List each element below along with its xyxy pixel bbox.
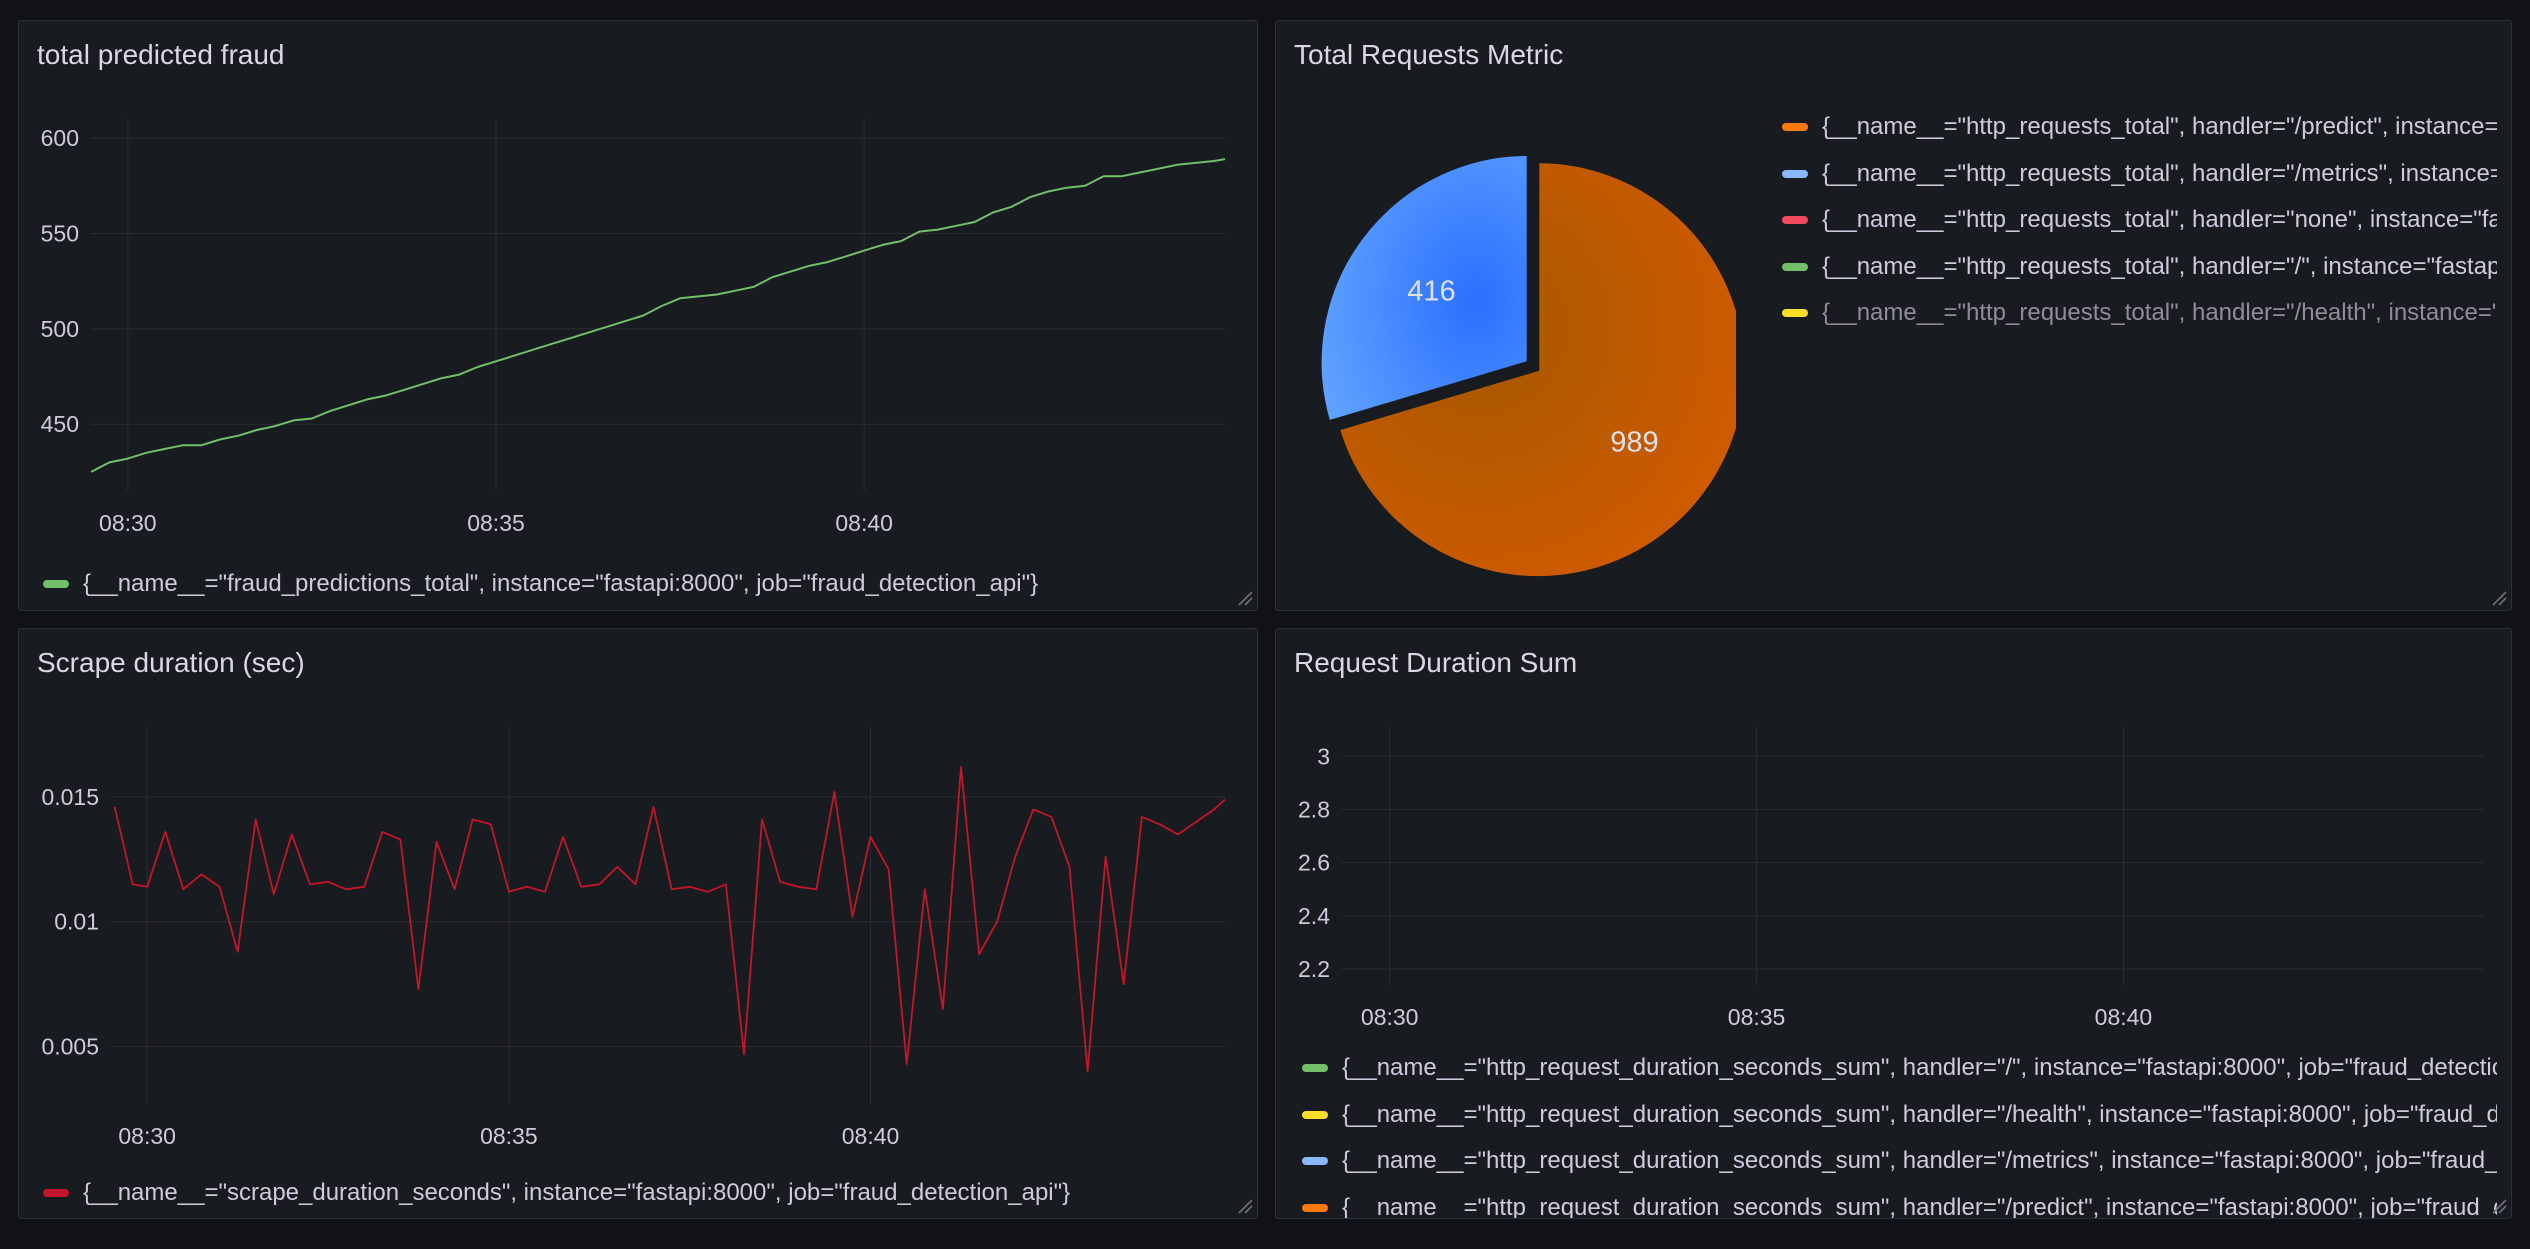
legend-swatch bbox=[1782, 123, 1808, 132]
legend-item-metrics[interactable]: {__name__="http_request_duration_seconds… bbox=[1302, 1138, 2497, 1185]
resize-handle-icon[interactable] bbox=[1235, 1196, 1253, 1214]
requests-pie-chart: 989 416 bbox=[1318, 152, 1736, 580]
x-tick-label: 08:35 bbox=[480, 1123, 538, 1149]
y-tick-label: 2.4 bbox=[1298, 903, 1330, 929]
legend-swatch bbox=[1782, 309, 1808, 318]
legend-label: {__name__="http_requests_total", handler… bbox=[1822, 206, 2497, 234]
legend-label: {__name__="http_requests_total", handler… bbox=[1822, 159, 2497, 187]
x-tick-label: 08:30 bbox=[99, 510, 157, 536]
legend-label: {__name__="http_request_duration_seconds… bbox=[1342, 1193, 2497, 1219]
legend-item-predict[interactable]: {__name__="http_request_duration_seconds… bbox=[1302, 1185, 2497, 1219]
y-tick-label: 500 bbox=[41, 316, 79, 342]
y-tick-label: 550 bbox=[41, 220, 79, 246]
x-tick-label: 08:40 bbox=[2095, 1004, 2153, 1030]
legend: {__name__="fraud_predictions_total", ins… bbox=[43, 565, 1243, 603]
legend-item[interactable]: {__name__="fraud_predictions_total", ins… bbox=[43, 565, 1243, 603]
legend-label: {__name__="scrape_duration_seconds", ins… bbox=[83, 1179, 1071, 1206]
legend-label: {__name__="http_request_duration_seconds… bbox=[1342, 1054, 2497, 1082]
fraud-chart: 08:30 08:35 08:40 450 500 550 600 bbox=[41, 119, 1226, 536]
y-tick-label: 0.005 bbox=[41, 1034, 99, 1060]
pie-slice-label: 416 bbox=[1407, 275, 1455, 307]
legend-swatch bbox=[1302, 1064, 1328, 1073]
resize-handle-icon[interactable] bbox=[2489, 1196, 2507, 1214]
y-tick-label: 2.2 bbox=[1298, 956, 1330, 982]
legend-item-metrics[interactable]: {__name__="http_requests_total", handler… bbox=[1782, 151, 2497, 198]
resize-handle-icon[interactable] bbox=[2489, 588, 2507, 606]
x-tick-label: 08:30 bbox=[1361, 1004, 1419, 1030]
y-tick-label: 600 bbox=[41, 125, 79, 151]
y-tick-label: 450 bbox=[41, 411, 79, 437]
legend: {__name__="scrape_duration_seconds", ins… bbox=[43, 1174, 1243, 1212]
legend-item-none[interactable]: {__name__="http_requests_total", handler… bbox=[1782, 197, 2497, 244]
legend-item-health[interactable]: {__name__="http_request_duration_seconds… bbox=[1302, 1092, 2497, 1139]
legend-item-predict[interactable]: {__name__="http_requests_total", handler… bbox=[1782, 104, 2497, 151]
legend-item-health[interactable]: {__name__="http_requests_total", handler… bbox=[1782, 290, 2497, 337]
duration-chart: 08:30 08:35 08:40 2.2 2.4 2.6 2.8 3 bbox=[1298, 727, 2483, 1030]
y-tick-label: 2.6 bbox=[1298, 850, 1330, 876]
pie-slice-label: 989 bbox=[1610, 427, 1658, 459]
legend-swatch bbox=[1302, 1203, 1328, 1212]
legend-swatch bbox=[43, 580, 69, 588]
x-tick-label: 08:35 bbox=[1728, 1004, 1786, 1030]
legend-label: {__name__="http_request_duration_seconds… bbox=[1342, 1147, 2497, 1175]
legend-swatch bbox=[43, 1189, 69, 1197]
x-tick-label: 08:30 bbox=[118, 1123, 176, 1149]
panel-total-requests-metric[interactable]: Total Requests Metric 989 416 {__name__="… bbox=[1275, 20, 2512, 611]
panel-request-duration-sum[interactable]: Request Duration Sum 08:30 08:35 08:40 2.2 2… bbox=[1275, 628, 2512, 1219]
y-tick-label: 0.015 bbox=[41, 784, 99, 810]
resize-handle-icon[interactable] bbox=[1235, 588, 1253, 606]
panel-scrape-duration[interactable]: Scrape duration (sec) 08:30 08:35 08:40 0.0… bbox=[18, 628, 1258, 1219]
x-tick-label: 08:35 bbox=[467, 510, 525, 536]
legend-swatch bbox=[1782, 169, 1808, 178]
x-tick-label: 08:40 bbox=[835, 510, 893, 536]
legend-label: {__name__="http_requests_total", handler… bbox=[1822, 299, 2497, 327]
legend-swatch bbox=[1782, 216, 1808, 225]
legend-label: {__name__="http_requests_total", handler… bbox=[1822, 252, 2497, 280]
legend-item-root[interactable]: {__name__="http_request_duration_seconds… bbox=[1302, 1045, 2497, 1092]
legend-item[interactable]: {__name__="scrape_duration_seconds", ins… bbox=[43, 1174, 1243, 1212]
legend: {__name__="http_requests_total", handler… bbox=[1782, 104, 2497, 337]
legend-item-root[interactable]: {__name__="http_requests_total", handler… bbox=[1782, 244, 2497, 291]
y-tick-label: 3 bbox=[1317, 743, 1330, 769]
legend: {__name__="http_request_duration_seconds… bbox=[1302, 1045, 2497, 1219]
legend-label: {__name__="http_requests_total", handler… bbox=[1822, 113, 2497, 141]
fraud-series-line bbox=[90, 158, 1226, 473]
y-tick-label: 2.8 bbox=[1298, 796, 1330, 822]
scrape-series-line bbox=[113, 765, 1226, 1073]
legend-label: {__name__="http_request_duration_seconds… bbox=[1342, 1100, 2497, 1128]
y-tick-label: 0.01 bbox=[54, 909, 99, 935]
x-tick-label: 08:40 bbox=[842, 1123, 900, 1149]
scrape-chart: 08:30 08:35 08:40 0.005 0.01 0.015 bbox=[41, 727, 1226, 1149]
legend-label: {__name__="fraud_predictions_total", ins… bbox=[83, 570, 1039, 597]
legend-swatch bbox=[1302, 1110, 1328, 1119]
panel-total-predicted-fraud[interactable]: total predicted fraud 08:30 08:35 08:40 450… bbox=[18, 20, 1258, 611]
legend-swatch bbox=[1782, 262, 1808, 271]
legend-swatch bbox=[1302, 1157, 1328, 1166]
